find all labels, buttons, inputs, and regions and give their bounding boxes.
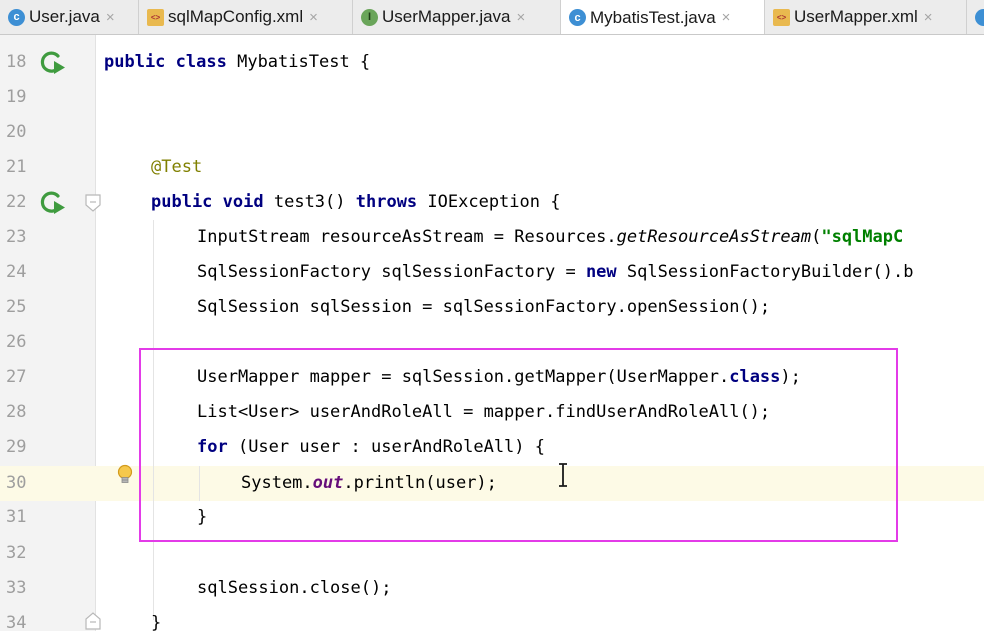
close-icon[interactable]: × [309,9,318,26]
line-number: 20 [6,122,27,142]
line-number: 27 [6,367,27,387]
code-text[interactable]: @Test [151,150,202,185]
class-icon: c [8,8,25,26]
line-number: 22 [6,192,27,212]
code-text[interactable]: sqlSession.close(); [197,571,391,606]
code-line: 34 } [0,606,984,641]
line-number: 21 [6,157,27,177]
code-line: 25 SqlSession sqlSession = sqlSessionFac… [0,290,984,325]
line-number: 33 [6,578,27,598]
code-text[interactable]: SqlSessionFactory sqlSessionFactory = ne… [197,255,913,290]
line-number: 23 [6,227,27,247]
xml-file-icon: <> [773,8,790,26]
code-line: 22 public void test3() throws IOExceptio… [0,185,984,220]
line-number: 29 [6,437,27,457]
class-icon: c [569,9,586,26]
fold-icon[interactable] [84,194,102,212]
code-text[interactable]: InputStream resourceAsStream = Resources… [197,220,903,255]
tab-label: MybatisTest.java [590,7,716,27]
code-text[interactable]: SqlSession sqlSession = sqlSessionFactor… [197,290,770,325]
tab-overflow[interactable] [967,0,984,34]
fold-icon[interactable] [84,612,102,630]
code-line: 20 [0,115,984,150]
run-class-icon[interactable] [38,48,66,76]
code-line: 33 sqlSession.close(); [0,571,984,606]
close-icon[interactable]: × [106,9,115,26]
line-number: 32 [6,543,27,563]
close-icon[interactable]: × [924,9,933,26]
code-line: 19 [0,80,984,115]
line-number: 26 [6,332,27,352]
text-cursor-icon [559,463,567,487]
tab-usermapper-xml[interactable]: <> UserMapper.xml × [765,0,967,34]
code-line: 18 public class MybatisTest { [0,45,984,80]
code-text[interactable]: public void test3() throws IOException { [151,185,560,220]
code-line: 23 InputStream resourceAsStream = Resour… [0,220,984,255]
tab-label: UserMapper.java [382,7,511,26]
editor-tab-bar: c User.java × <> sqlMapConfig.xml × I Us… [0,0,984,35]
lightbulb-icon[interactable] [115,463,135,487]
line-number: 31 [6,507,27,527]
tab-sqlmapconfig-xml[interactable]: <> sqlMapConfig.xml × [139,0,353,34]
tab-label: User.java [29,7,100,26]
tab-label: sqlMapConfig.xml [168,7,304,26]
line-number: 30 [6,473,27,493]
code-line: 24 SqlSessionFactory sqlSessionFactory =… [0,255,984,290]
tab-usermapper-java[interactable]: I UserMapper.java × [353,0,561,34]
run-test-icon[interactable] [38,188,66,216]
tab-label: UserMapper.xml [794,7,918,26]
xml-file-icon: <> [147,8,164,26]
interface-icon: I [361,8,378,26]
line-number: 28 [6,402,27,422]
code-text[interactable]: } [151,606,161,641]
code-text[interactable]: public class MybatisTest { [104,45,370,80]
tab-user-java[interactable]: c User.java × [0,0,139,34]
line-number: 34 [6,613,27,633]
tab-mybatistest-java[interactable]: c MybatisTest.java × [561,0,765,34]
highlight-box [139,348,898,542]
close-icon[interactable]: × [517,9,526,26]
line-number: 19 [6,87,27,107]
line-number: 25 [6,297,27,317]
line-number: 18 [6,52,27,72]
line-number: 24 [6,262,27,282]
code-line: 21 @Test [0,150,984,185]
class-icon [975,8,984,26]
close-icon[interactable]: × [722,9,731,26]
